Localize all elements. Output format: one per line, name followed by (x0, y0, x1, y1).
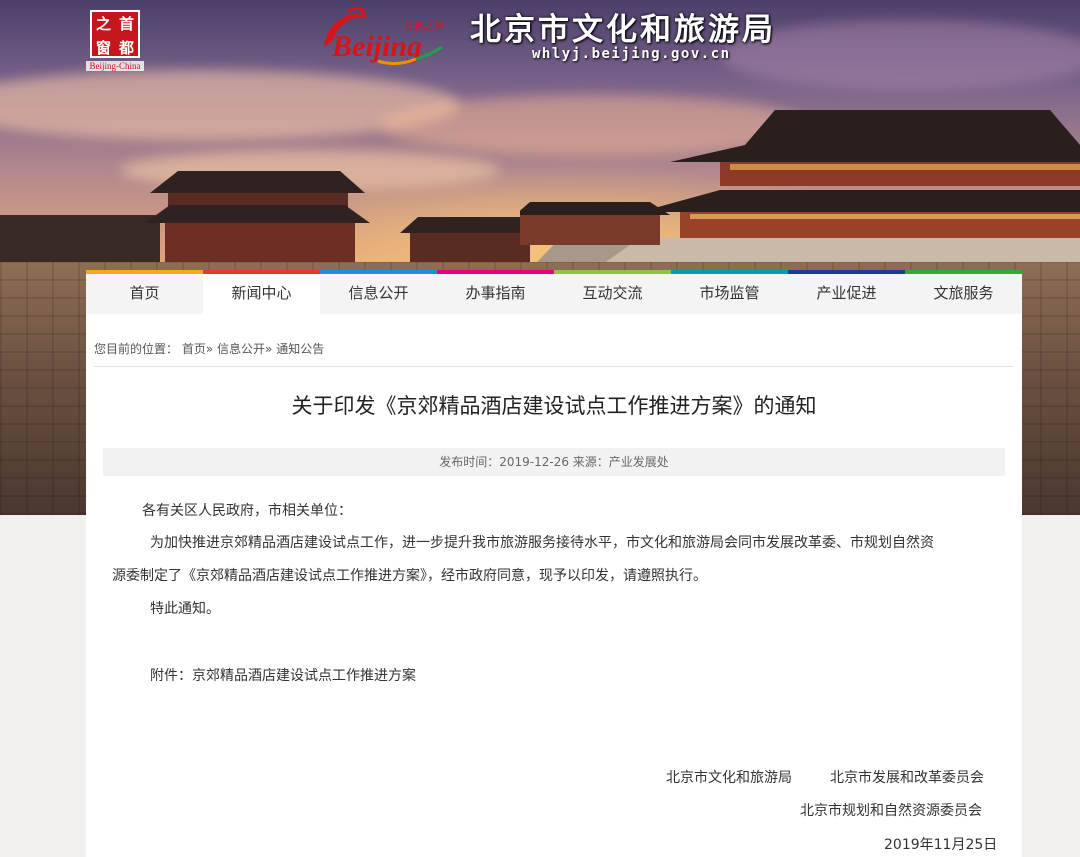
seal-char: 首 (118, 15, 134, 33)
seal-char: 都 (118, 39, 134, 57)
nav-color-bar (671, 270, 788, 274)
nav-item-label: 文旅服务 (933, 284, 994, 302)
nav-color-bar (86, 270, 203, 274)
article-paragraph-line: 源委制定了《京郊精品酒店建设试点工作推进方案》，经市政府同意，现予以印发，请遵照… (112, 568, 707, 584)
nav-item-label: 产业促进 (816, 284, 877, 302)
breadcrumb-divider (94, 366, 1014, 367)
nav-color-bar (905, 270, 1022, 274)
article-closing: 特此通知。 (150, 601, 220, 617)
nav-item-label: 信息公开 (348, 284, 409, 302)
article-paragraph-line: 为加快推进京郊精品酒店建设试点工作，进一步提升我市旅游服务接待水平，市文化和旅游… (150, 535, 934, 551)
logo-script-text: Beijing (331, 30, 422, 63)
breadcrumb-section-link[interactable]: 信息公开 (217, 342, 265, 356)
seal-caption: Beijing-China (86, 61, 144, 71)
article-title: 关于印发《京郊精品酒店建设试点工作推进方案》的通知 (291, 394, 817, 418)
nav-item-market-supervision[interactable]: 市场监管 (671, 270, 788, 314)
nav-color-bar (437, 270, 554, 274)
attachment-link[interactable]: 附件：京郊精品酒店建设试点工作推进方案 (150, 665, 416, 685)
article-salutation: 各有关区人民政府，市相关单位： (142, 503, 352, 519)
nav-item-label: 新闻中心 (231, 284, 292, 302)
nav-item-interaction[interactable]: 互动交流 (554, 270, 671, 314)
nav-color-bar (203, 270, 320, 274)
nav-item-home[interactable]: 首页 (86, 270, 203, 314)
nav-item-label: 互动交流 (582, 284, 643, 302)
seal-char: 之 (95, 15, 111, 33)
seal-box: 之 首 窗 都 (90, 10, 140, 58)
signer-culture-tourism-bureau: 北京市文化和旅游局 (666, 770, 792, 786)
nav-color-bar (788, 270, 905, 274)
breadcrumb: 您目前的位置： 首页» 信息公开» 通知公告 (94, 340, 324, 357)
breadcrumb-prefix: 您目前的位置： (94, 342, 179, 356)
palace-left-illustration (0, 171, 560, 275)
document-date: 2019年11月25日 (884, 837, 998, 853)
breadcrumb-separator: » (205, 342, 214, 356)
nav-color-bar (554, 270, 671, 274)
nav-item-label: 办事指南 (465, 284, 526, 302)
nav-color-bar (320, 270, 437, 274)
nav-item-info-disclosure[interactable]: 信息公开 (320, 270, 437, 314)
site-domain: whlyj.beijing.gov.cn (532, 46, 731, 62)
logo-cn-text: 北京之旅 (404, 20, 444, 33)
nav-item-culture-tourism-service[interactable]: 文旅服务 (905, 270, 1022, 314)
beijing-tourism-logo[interactable]: Beijing 北京之旅 (318, 6, 458, 70)
nav-item-label: 首页 (129, 284, 160, 302)
breadcrumb-current-link[interactable]: 通知公告 (276, 342, 324, 356)
nav-item-service-guide[interactable]: 办事指南 (437, 270, 554, 314)
palace-right-illustration (520, 110, 1080, 280)
nav-item-label: 市场监管 (699, 284, 760, 302)
signer-planning-resources-commission: 北京市规划和自然资源委员会 (800, 803, 982, 819)
article-panel: 您目前的位置： 首页» 信息公开» 通知公告 关于印发《京郊精品酒店建设试点工作… (86, 314, 1022, 857)
nav-item-industry-promotion[interactable]: 产业促进 (788, 270, 905, 314)
article-meta: 发布时间：2019-12-26 来源：产业发展处 (103, 448, 1005, 476)
signer-development-reform-commission: 北京市发展和改革委员会 (830, 770, 984, 786)
site-title: 北京市文化和旅游局 (470, 12, 776, 48)
capital-window-logo[interactable]: 之 首 窗 都 Beijing-China (86, 10, 144, 72)
breadcrumb-separator: » (265, 342, 273, 356)
breadcrumb-home-link[interactable]: 首页 (182, 342, 206, 356)
main-navigation: 首页 新闻中心 信息公开 办事指南 互动交流 市场监管 产业促进 文旅服务 (86, 270, 1022, 314)
nav-item-news[interactable]: 新闻中心 (203, 270, 320, 314)
seal-char: 窗 (95, 39, 111, 57)
